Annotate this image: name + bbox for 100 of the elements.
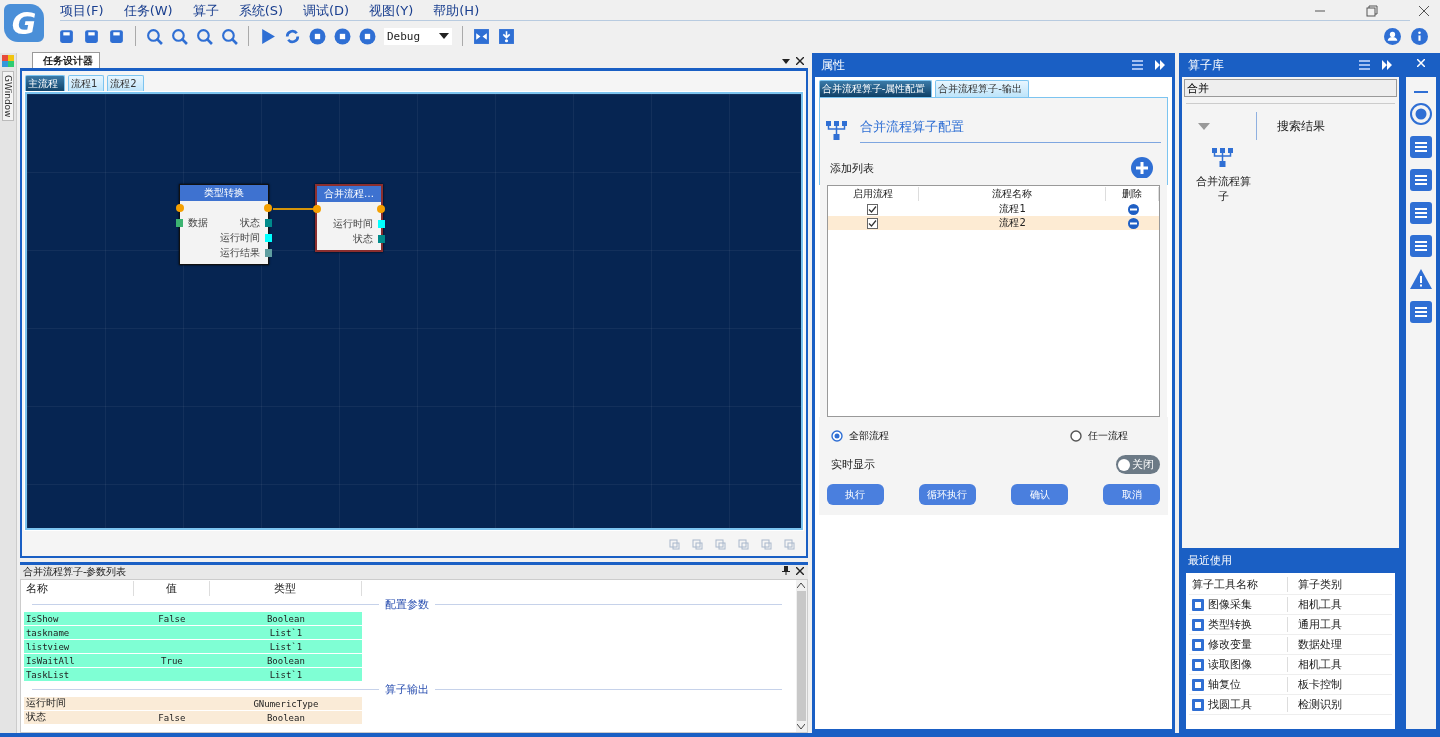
caret-icon[interactable] <box>439 33 449 39</box>
remove-icon[interactable] <box>1127 203 1139 215</box>
output-port[interactable] <box>377 234 385 243</box>
results-label: 搜索结果 <box>1277 117 1326 135</box>
user-icon[interactable] <box>1384 27 1401 45</box>
action-button[interactable]: 执行 <box>826 484 884 505</box>
column-header: 类型 <box>209 581 362 596</box>
scroll-up-icon[interactable] <box>797 583 806 588</box>
restore-icon[interactable] <box>1366 5 1378 17</box>
operator-category: 板卡控制 <box>1297 677 1343 692</box>
merge-flow-icon[interactable] <box>1212 148 1235 168</box>
action-button[interactable]: 取消 <box>1103 484 1161 505</box>
list-label: 添加列表 <box>829 160 874 176</box>
radio-button[interactable] <box>830 430 843 442</box>
toggle-switch[interactable]: 关闭 <box>1116 455 1161 474</box>
checkbox[interactable] <box>867 217 879 229</box>
menu-item[interactable]: 系统(S) <box>238 2 284 20</box>
menu-item[interactable]: 任务(W) <box>123 2 173 20</box>
operator-name[interactable]: 类型转换 <box>1208 617 1253 632</box>
collapse-icon[interactable] <box>1155 60 1167 70</box>
flow-node[interactable]: 合并流程… 运行时间 状态 <box>314 184 383 252</box>
radio-button[interactable] <box>1070 430 1083 442</box>
port-label: 状态 <box>238 215 261 230</box>
column-header: 值 <box>133 581 210 596</box>
tool-icon <box>1192 698 1205 711</box>
side-tab[interactable]: GWindow <box>1 71 14 122</box>
tool-icon <box>1192 678 1205 691</box>
action-button[interactable]: 循环执行 <box>918 484 976 505</box>
scrollbar-thumb[interactable] <box>796 591 806 721</box>
operator-name[interactable]: 轴复位 <box>1208 677 1242 692</box>
node-title: 合并流程… <box>316 186 381 202</box>
merge-flow-icon <box>825 120 848 141</box>
info-icon[interactable] <box>1411 27 1428 45</box>
section-title: 配置参数 <box>384 597 429 612</box>
flow-port[interactable] <box>376 205 385 213</box>
output-port[interactable] <box>264 248 272 257</box>
pin-icon[interactable] <box>781 566 790 575</box>
remove-icon[interactable] <box>1127 217 1139 229</box>
table-cell-text: 运行时间 <box>24 697 67 710</box>
port-label: 运行结果 <box>218 245 261 260</box>
output-port[interactable] <box>264 218 272 227</box>
list-row[interactable]: 流程1 <box>827 202 1160 216</box>
operator-name[interactable]: 读取图像 <box>1208 657 1253 672</box>
column-header: 名称 <box>23 581 134 596</box>
app-logo: G <box>4 4 44 42</box>
loop-icon[interactable] <box>284 27 301 45</box>
collapse-icon[interactable] <box>1382 60 1393 70</box>
tool-icon <box>1192 638 1205 651</box>
warning-icon[interactable] <box>1409 267 1433 291</box>
menu-icon[interactable] <box>1359 60 1370 70</box>
operator-name[interactable]: 修改变量 <box>1208 637 1253 652</box>
config-dropdown[interactable]: Debug <box>384 27 452 45</box>
setting-label: 实时显示 <box>830 457 875 472</box>
add-icon[interactable] <box>1131 157 1154 179</box>
column-header: 流程名称 <box>918 187 1107 201</box>
flow-name: 流程2 <box>998 216 1027 230</box>
play-icon[interactable] <box>259 27 276 45</box>
menu-item[interactable]: 项目(F) <box>60 2 104 20</box>
menu-item[interactable]: 视图(Y) <box>369 2 414 20</box>
search-field[interactable]: 合并 <box>1184 79 1397 97</box>
document-tab[interactable]: 任务设计器 <box>31 52 100 68</box>
connector-line <box>272 208 315 210</box>
menu-icon[interactable] <box>1132 60 1144 70</box>
checkbox[interactable] <box>867 203 879 215</box>
input-port[interactable] <box>175 218 183 227</box>
action-button[interactable]: 确认 <box>1011 484 1069 505</box>
operator-label[interactable]: 合并流程算子 <box>1192 174 1255 204</box>
dropdown-icon[interactable] <box>781 58 790 64</box>
flow-port[interactable] <box>312 205 321 213</box>
operator-name[interactable]: 找圆工具 <box>1208 697 1253 712</box>
table-cell-text: True <box>160 655 184 666</box>
operator-name[interactable]: 图像采集 <box>1208 597 1253 612</box>
operator-category: 数据处理 <box>1297 637 1343 652</box>
step-down-icon[interactable] <box>498 27 515 45</box>
radio-option[interactable]: 任一流程 <box>1070 429 1129 443</box>
property-tab[interactable]: 合并流程算子-输出 <box>935 80 1029 97</box>
property-tab[interactable]: 合并流程算子-属性配置 <box>818 80 933 97</box>
split-icon[interactable] <box>473 27 490 45</box>
close-icon[interactable] <box>795 566 804 575</box>
scroll-down-icon[interactable] <box>797 724 806 729</box>
table-cell-text: List`1 <box>268 627 304 638</box>
close-icon[interactable] <box>795 57 804 65</box>
window-icon[interactable] <box>1 55 14 67</box>
menu-item[interactable]: 帮助(H) <box>433 2 480 20</box>
table-cell-text: IsShow <box>24 613 60 624</box>
menu-item[interactable]: 调试(D) <box>303 2 350 20</box>
table-cell-text: IsWaitAll <box>24 655 76 666</box>
flow-node[interactable]: 类型转换 数据 状态 运行时间 运行结果 <box>178 184 269 265</box>
output-port[interactable] <box>377 219 385 228</box>
radio-option[interactable]: 全部流程 <box>830 429 889 443</box>
column-header: 算子类别 <box>1297 577 1343 592</box>
output-port[interactable] <box>264 233 272 242</box>
flow-port[interactable] <box>175 204 184 212</box>
column-header: 算子工具名称 <box>1189 577 1289 592</box>
close-icon[interactable] <box>1418 5 1430 17</box>
menu-item[interactable]: 算子 <box>192 2 219 20</box>
flow-port[interactable] <box>263 204 272 212</box>
table-cell-text: taskname <box>24 627 71 638</box>
list-row[interactable]: 流程2 <box>827 216 1160 230</box>
column-header: 启用流程 <box>827 187 919 201</box>
